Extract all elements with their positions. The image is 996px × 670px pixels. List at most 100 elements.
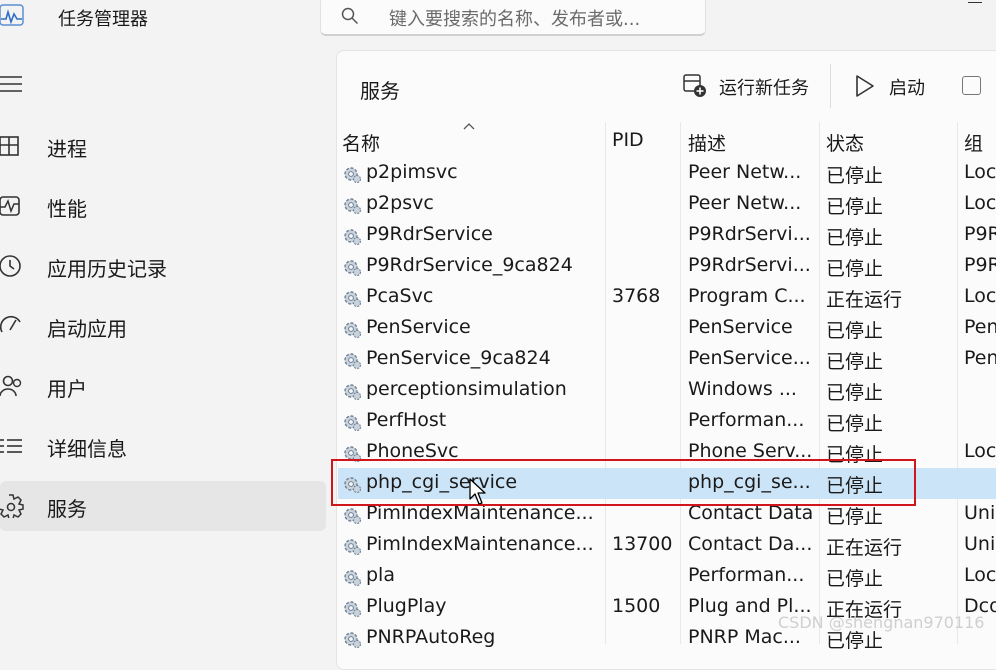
services-icon xyxy=(0,494,24,518)
app-title: 任务管理器 xyxy=(58,9,148,30)
service-group: P9R xyxy=(964,254,996,276)
service-gear-icon xyxy=(344,570,362,587)
sidebar-item-services[interactable]: 服务 xyxy=(0,481,326,531)
service-gear-icon xyxy=(344,508,362,525)
service-gear-icon xyxy=(344,198,362,215)
service-name: PerfHost xyxy=(366,409,447,431)
service-group: Pen xyxy=(964,316,996,338)
search-icon xyxy=(341,7,359,25)
task-manager-icon xyxy=(0,4,24,26)
service-description: Performan... xyxy=(688,409,805,431)
service-description: Peer Netw... xyxy=(688,161,802,183)
service-status: 已停止 xyxy=(826,351,884,373)
service-name: p2psvc xyxy=(366,192,434,214)
hamburger-menu-icon[interactable] xyxy=(0,76,22,92)
service-gear-icon xyxy=(344,632,362,649)
start-button[interactable]: 启动 xyxy=(853,68,933,104)
service-name: p2pimsvc xyxy=(366,161,458,183)
search-box[interactable]: 键入要搜索的名称、发布者或... xyxy=(320,0,706,36)
table-row[interactable]: pla Performan... 已停止 Loc xyxy=(338,561,996,592)
mouse-cursor-icon xyxy=(469,478,486,505)
sidebar-item-performance[interactable]: 性能 xyxy=(0,181,326,231)
service-status: 已停止 xyxy=(826,568,884,590)
run-new-task-icon xyxy=(683,74,706,97)
details-icon xyxy=(0,439,22,453)
play-icon xyxy=(856,75,874,97)
service-status: 已停止 xyxy=(826,258,884,280)
sidebar-item-processes[interactable]: 进程 xyxy=(0,121,326,171)
service-name: P9RdrService_9ca824 xyxy=(366,254,573,276)
table-row[interactable]: PenService_9ca824 PenService... 已停止 Pen xyxy=(338,344,996,375)
service-name: PenService_9ca824 xyxy=(366,347,551,369)
page-title: 服务 xyxy=(360,79,400,103)
service-gear-icon xyxy=(344,353,362,370)
service-gear-icon xyxy=(344,291,362,308)
service-description: Contact Da... xyxy=(688,533,812,555)
sidebar-item-app-history[interactable]: 应用历史记录 xyxy=(0,241,326,291)
table-row[interactable]: PerfHost Performan... 已停止 xyxy=(338,406,996,437)
processes-icon xyxy=(0,136,19,156)
table-row[interactable]: PenService PenService 已停止 Pen xyxy=(338,313,996,344)
service-status: 已停止 xyxy=(826,196,884,218)
service-group: Loc xyxy=(964,285,996,307)
sidebar-item-label: 性能 xyxy=(47,197,87,221)
service-name: perceptionsimulation xyxy=(366,378,567,400)
table-row[interactable]: PimIndexMaintenance... 13700 Contact Da...… xyxy=(338,530,996,561)
search-input[interactable]: 键入要搜索的名称、发布者或... xyxy=(389,5,640,31)
service-description: PenService xyxy=(688,316,793,338)
service-description: Peer Netw... xyxy=(688,192,802,214)
watermark: CSDN @shengnan970116 xyxy=(778,613,985,632)
service-group: Uni xyxy=(964,533,996,555)
table-row[interactable]: P9RdrService_9ca824 P9RdrServi... 已停止 P9R xyxy=(338,251,996,282)
app-history-icon xyxy=(0,255,21,277)
service-status: 正在运行 xyxy=(826,289,903,311)
stop-checkbox[interactable] xyxy=(962,76,981,95)
sidebar-item-users[interactable]: 用户 xyxy=(0,361,326,411)
table-row[interactable]: p2psvc Peer Netw... 已停止 Loc xyxy=(338,189,996,220)
table-row[interactable]: P9RdrService P9RdrServi... 已停止 P9R xyxy=(338,220,996,251)
sidebar-item-label: 应用历史记录 xyxy=(47,257,167,281)
column-header-description[interactable]: 描述 xyxy=(688,129,726,156)
service-description: Windows ... xyxy=(688,378,797,400)
run-new-task-button[interactable]: 运行新任务 xyxy=(683,68,813,104)
column-header-group[interactable]: 组 xyxy=(964,129,983,156)
users-icon xyxy=(0,375,22,397)
service-status: 已停止 xyxy=(826,320,884,342)
service-name: PlugPlay xyxy=(366,595,447,617)
startup-apps-icon xyxy=(0,315,21,333)
sidebar-item-details[interactable]: 详细信息 xyxy=(0,421,326,471)
service-group: Uni xyxy=(964,502,996,524)
table-row[interactable]: PcaSvc 3768 Program C... 正在运行 Loc xyxy=(338,282,996,313)
sort-ascending-icon xyxy=(463,123,475,130)
service-gear-icon xyxy=(344,229,362,246)
service-status: 已停止 xyxy=(826,382,884,404)
minimize-icon[interactable] xyxy=(968,0,982,3)
table-row[interactable]: perceptionsimulation Windows ... 已停止 xyxy=(338,375,996,406)
service-gear-icon xyxy=(344,322,362,339)
service-name: PNRPAutoReg xyxy=(366,626,496,648)
service-description: Performan... xyxy=(688,564,805,586)
start-label: 启动 xyxy=(889,78,925,99)
column-header-status[interactable]: 状态 xyxy=(826,129,864,156)
service-gear-icon xyxy=(344,601,362,618)
service-name: PimIndexMaintenance... xyxy=(366,533,594,555)
column-header-name[interactable]: 名称 xyxy=(342,129,380,156)
sidebar-item-label: 进程 xyxy=(47,137,87,161)
sidebar-item-startup-apps[interactable]: 启动应用 xyxy=(0,301,326,351)
service-description: Program C... xyxy=(688,285,806,307)
service-group: P9R xyxy=(964,223,996,245)
service-name: PenService xyxy=(366,316,471,338)
service-description: P9RdrServi... xyxy=(688,223,811,245)
sidebar-item-label: 启动应用 xyxy=(47,317,127,341)
service-description: P9RdrServi... xyxy=(688,254,811,276)
table-row[interactable]: p2pimsvc Peer Netw... 已停止 Loc xyxy=(338,158,996,189)
toolbar-divider xyxy=(830,64,831,108)
service-group: Loc xyxy=(964,161,996,183)
column-header-pid[interactable]: PID xyxy=(612,129,644,151)
sidebar-item-label: 用户 xyxy=(47,377,87,401)
service-pid: 13700 xyxy=(612,533,673,555)
service-gear-icon xyxy=(344,167,362,184)
service-status: 已停止 xyxy=(826,413,884,435)
service-status: 已停止 xyxy=(826,506,884,528)
service-description: PenService... xyxy=(688,347,811,369)
